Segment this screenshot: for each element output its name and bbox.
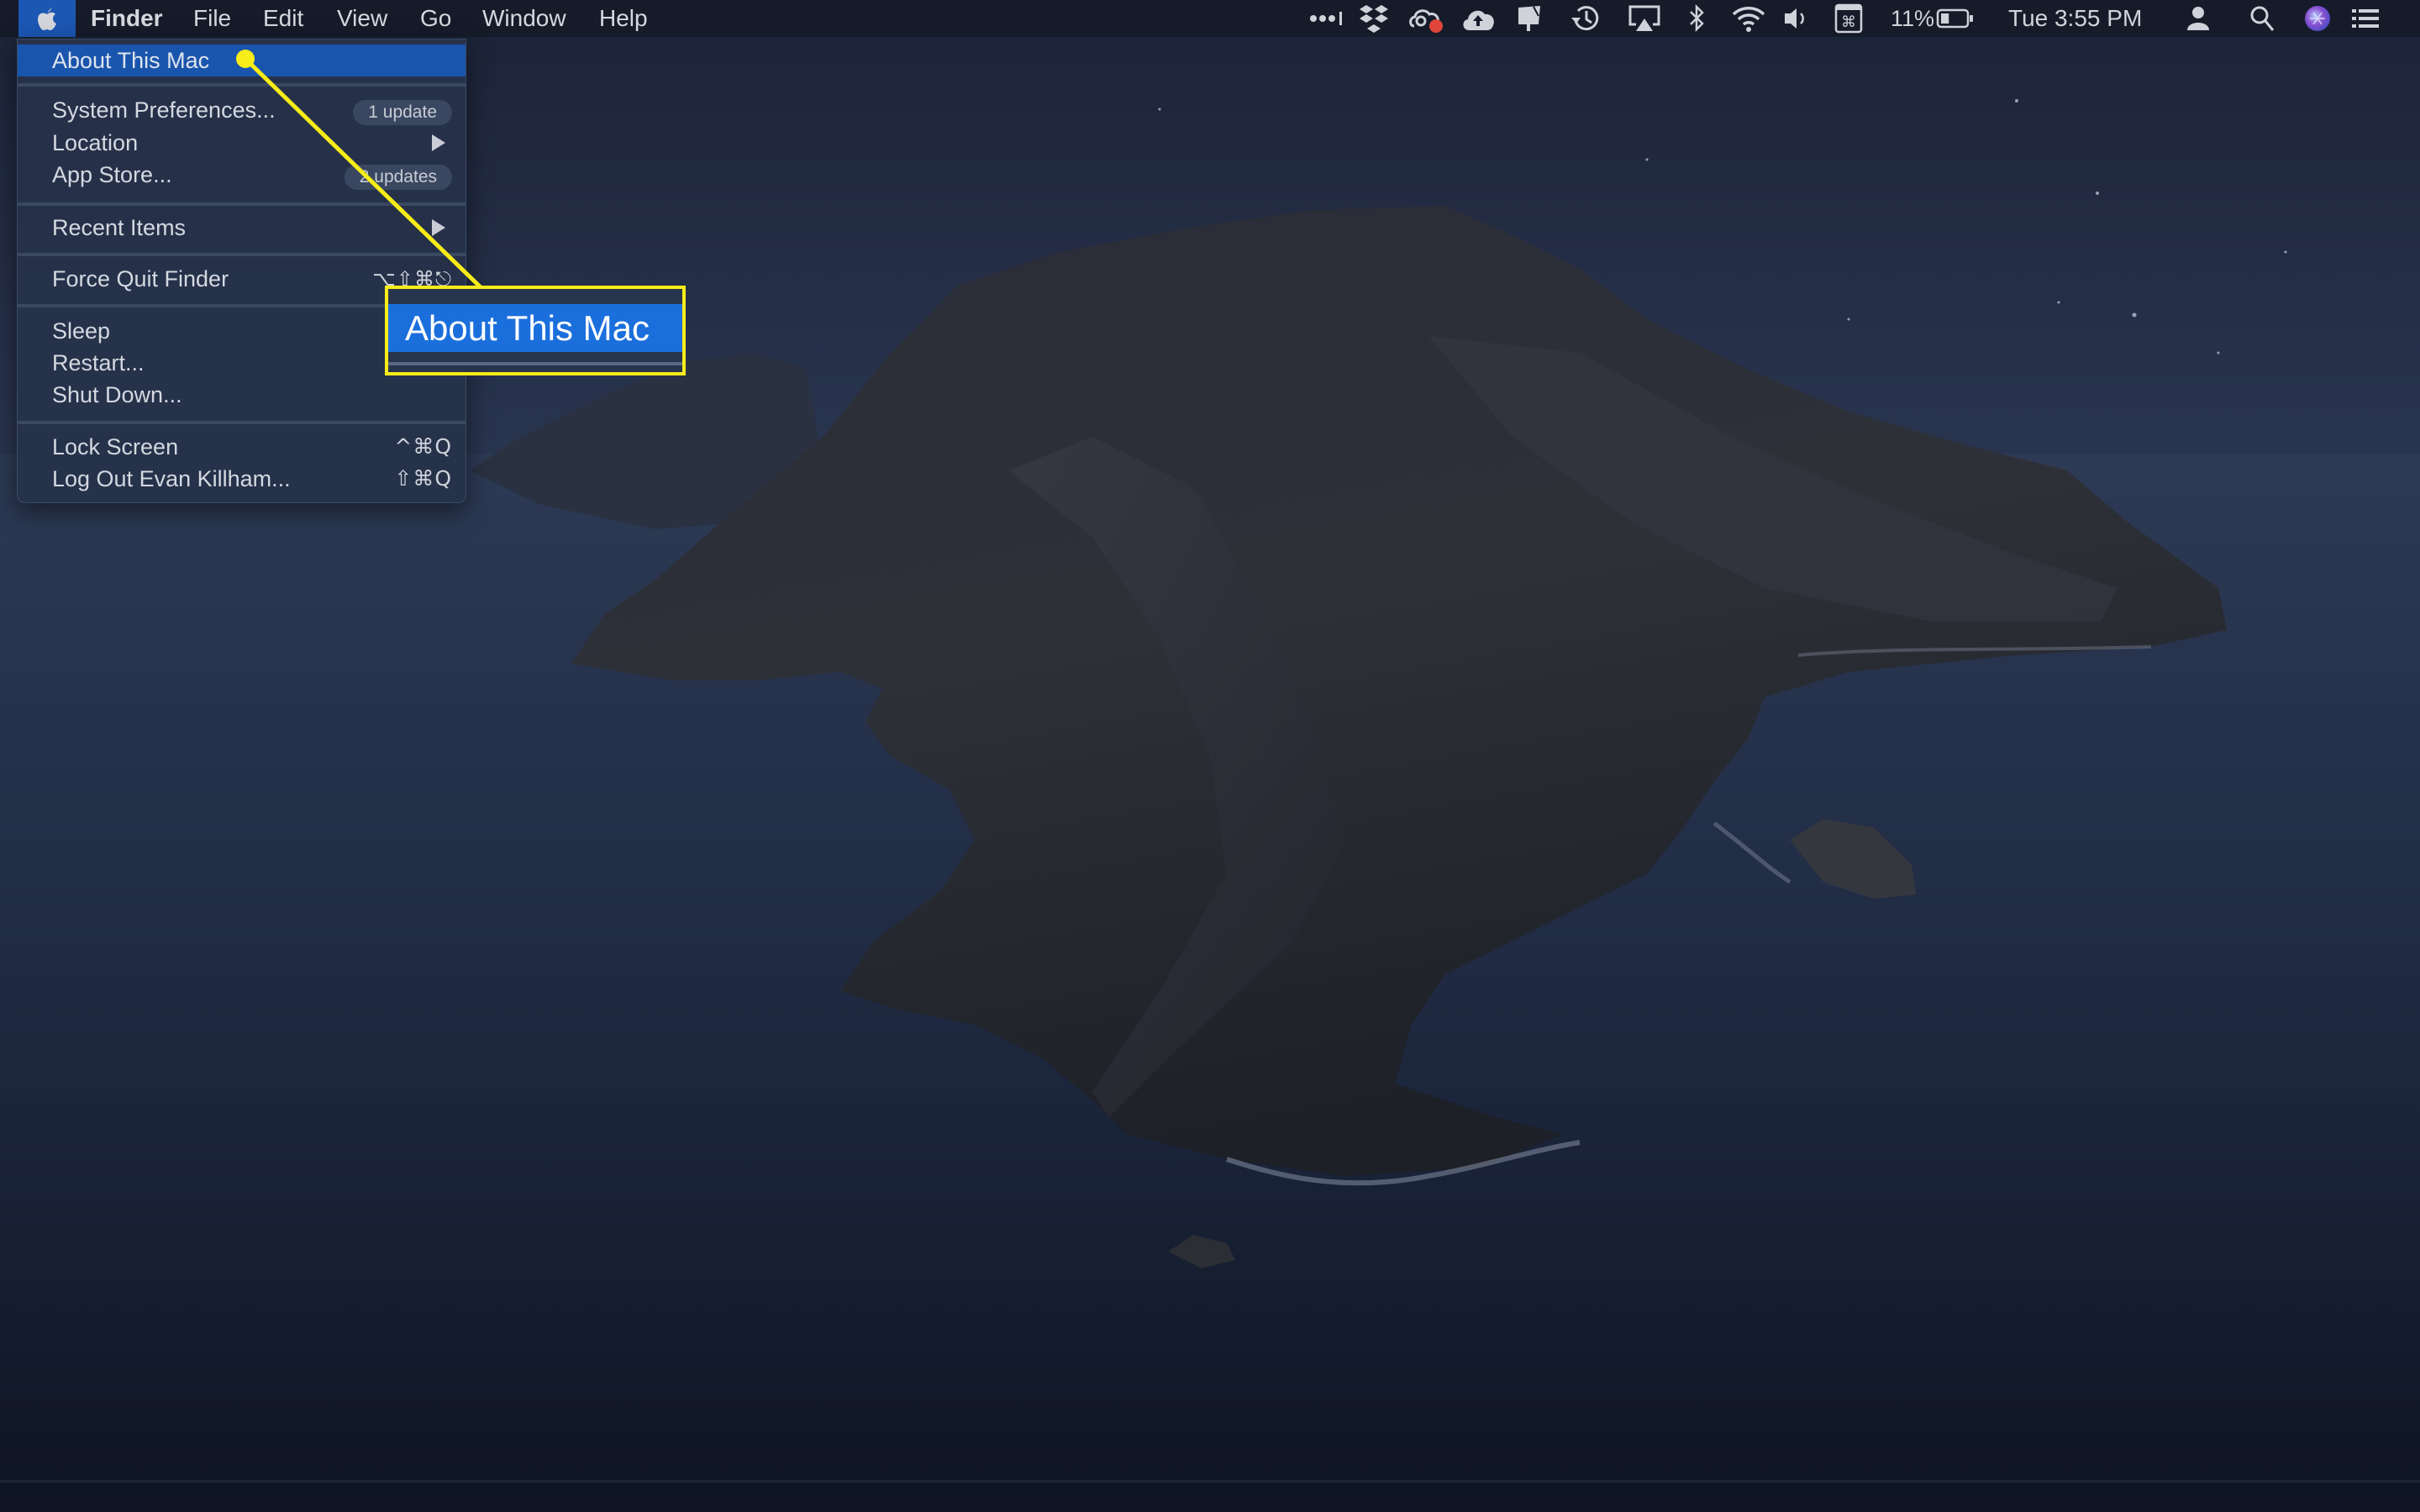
clock[interactable]: Tue 3:55 PM bbox=[2008, 0, 2142, 37]
menu-item-label: Location bbox=[52, 130, 139, 155]
menu-item-label: Log Out Evan Killham... bbox=[52, 466, 291, 491]
menu-bar: Finder File Edit View Go Window Help ⌘ 1… bbox=[0, 0, 2420, 37]
menu-item-label: Shut Down... bbox=[52, 382, 182, 407]
menu-separator bbox=[18, 253, 466, 256]
spotlight-search-icon[interactable] bbox=[2249, 0, 2275, 37]
battery-icon[interactable] bbox=[1936, 0, 1975, 37]
menu-window[interactable]: Window bbox=[482, 0, 566, 37]
menu-item-shut-down[interactable]: Shut Down... bbox=[18, 379, 466, 411]
command-icon[interactable]: ⌘ bbox=[1834, 0, 1863, 37]
menu-item-app-store[interactable]: App Store... 2 updates bbox=[18, 159, 466, 191]
callout-label: About This Mac bbox=[388, 304, 682, 352]
menu-item-system-preferences[interactable]: System Preferences... 1 update bbox=[18, 94, 466, 126]
menu-item-label: About This Mac bbox=[52, 48, 210, 73]
overflow-dots-icon[interactable] bbox=[1308, 0, 1345, 37]
about-this-mac-callout: About This Mac bbox=[385, 286, 686, 375]
user-icon[interactable] bbox=[2186, 0, 2211, 37]
menu-item-label: Force Quit Finder bbox=[52, 266, 229, 291]
menu-separator bbox=[18, 83, 466, 87]
update-badge: 1 update bbox=[353, 100, 452, 125]
battery-percent[interactable]: 11% bbox=[1891, 0, 1934, 37]
siri-icon[interactable] bbox=[2303, 0, 2332, 37]
menu-item-location[interactable]: Location bbox=[18, 127, 466, 159]
menu-item-label: Sleep bbox=[52, 318, 111, 344]
menu-item-recent-items[interactable]: Recent Items bbox=[18, 212, 466, 244]
menu-view[interactable]: View bbox=[337, 0, 387, 37]
submenu-arrow-icon bbox=[432, 219, 445, 236]
menu-item-label: App Store... bbox=[52, 162, 172, 187]
svg-text:⌘: ⌘ bbox=[1841, 13, 1856, 31]
notification-center-icon[interactable] bbox=[2350, 0, 2381, 37]
submenu-arrow-icon bbox=[432, 134, 445, 151]
menu-separator bbox=[18, 202, 466, 206]
menu-go[interactable]: Go bbox=[420, 0, 451, 37]
cloud-upload-icon[interactable] bbox=[1460, 0, 1496, 37]
menu-help[interactable]: Help bbox=[599, 0, 648, 37]
menu-edit[interactable]: Edit bbox=[263, 0, 303, 37]
menu-item-label: Restart... bbox=[52, 350, 145, 375]
app-menu-finder[interactable]: Finder bbox=[91, 0, 163, 37]
callout-separator bbox=[388, 362, 682, 365]
bluetooth-icon[interactable] bbox=[1688, 0, 1707, 37]
menu-item-log-out[interactable]: Log Out Evan Killham... ⇧⌘Q bbox=[18, 463, 466, 495]
time-machine-icon[interactable] bbox=[1570, 0, 1602, 37]
creative-cloud-icon[interactable] bbox=[1407, 0, 1444, 37]
menu-separator bbox=[18, 421, 466, 424]
menu-item-about-this-mac[interactable]: About This Mac bbox=[18, 45, 466, 76]
keyboard-shortcut: ^⌘Q bbox=[394, 434, 452, 459]
keyboard-shortcut: ⇧⌘Q bbox=[394, 466, 452, 491]
apple-menu-dropdown: About This Mac System Preferences... 1 u… bbox=[17, 39, 466, 503]
menu-item-label: Recent Items bbox=[52, 215, 187, 240]
dropbox-icon[interactable] bbox=[1359, 0, 1389, 37]
menu-item-lock-screen[interactable]: Lock Screen ^⌘Q bbox=[18, 431, 466, 463]
airplay-icon[interactable] bbox=[1628, 0, 1661, 37]
apple-logo-icon bbox=[38, 8, 56, 30]
volume-icon[interactable] bbox=[1782, 0, 1807, 37]
wifi-icon[interactable] bbox=[1731, 0, 1766, 37]
apple-menu-button[interactable] bbox=[18, 0, 76, 37]
menu-item-label: System Preferences... bbox=[52, 97, 276, 123]
menu-item-label: Lock Screen bbox=[52, 434, 179, 459]
notification-icon[interactable] bbox=[1515, 0, 1544, 37]
menu-file[interactable]: File bbox=[193, 0, 231, 37]
update-badge: 2 updates bbox=[344, 165, 452, 190]
